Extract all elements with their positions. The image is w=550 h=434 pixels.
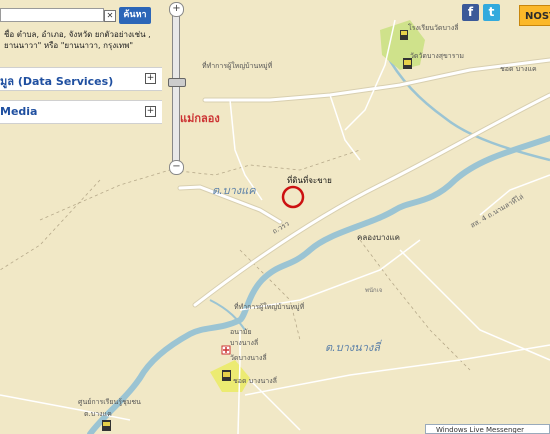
bottom-3-label: ชอด บางนางลี่ <box>233 376 277 385</box>
hospital-icon[interactable] <box>221 345 231 355</box>
community-2-label: ต.บางแค <box>84 410 112 418</box>
panel-media-label: Media <box>0 105 38 118</box>
search-input[interactable] <box>0 8 104 22</box>
school-icon[interactable] <box>400 30 408 40</box>
messenger-bar[interactable]: Windows Live Messenger <box>425 424 550 434</box>
hospital-label: อนามัย <box>230 328 252 336</box>
search-button[interactable]: ค้นหา <box>119 7 151 24</box>
tambon-2-label: ต.บางนางลี่ <box>325 339 382 354</box>
brand-logo[interactable]: NOST <box>519 5 550 26</box>
small-label: พนักเจ <box>365 287 382 294</box>
tambon-1-label: ต.บางแค <box>212 184 256 197</box>
bottom-1-label: บางนางลี่ <box>230 338 258 347</box>
panel-media[interactable]: Media + <box>0 100 162 124</box>
zoom-slider-track[interactable] <box>172 8 180 168</box>
zoom-out-button[interactable]: − <box>169 160 184 175</box>
school-label: โรงเรียนวัดบางลี่ <box>408 23 459 32</box>
community-label: ศูนย์การเรียนรู้ชุมชน <box>78 398 141 406</box>
expand-icon[interactable]: + <box>145 73 156 84</box>
twitter-icon[interactable]: t <box>483 4 500 21</box>
zoom-in-button[interactable]: + <box>169 2 184 17</box>
zoom-slider-thumb[interactable] <box>168 78 186 88</box>
health-1-label: ที่ทำการผู้ใหญ่บ้านหมู่ที่ <box>202 61 273 70</box>
marker-label: ที่ดินที่จะขาย <box>287 174 332 185</box>
office-icon[interactable] <box>102 420 111 431</box>
clear-search-button[interactable]: ✕ <box>104 10 116 22</box>
temple-label: วัดวัดบางสุขาราม <box>410 52 464 60</box>
map-canvas[interactable]: ที่ดินที่จะขาย แม่กลอง ต.บางแค ต.บางนางล… <box>0 0 550 434</box>
search-row: ✕ ค้นหา <box>0 5 160 27</box>
office-top-label: ชอด บางแค <box>500 65 537 73</box>
bottom-2-label: วัดบางนางลี่ <box>230 353 267 362</box>
red-district-label: แม่กลอง <box>180 112 220 125</box>
panel-data-services[interactable]: มูล (Data Services) + <box>0 67 162 91</box>
temple-bottom-icon[interactable] <box>222 370 231 381</box>
expand-icon[interactable]: + <box>145 106 156 117</box>
health-2-label: ที่ทำการผู้ใหญ่บ้านหมู่ที่ <box>234 302 305 311</box>
search-hint: ชื่อ ตำบล, อำเภอ, จังหวัด ยกตัวอย่างเช่น… <box>4 30 151 50</box>
canal-label: คลองบางแค <box>357 233 400 242</box>
panel-data-services-label: มูล (Data Services) <box>0 75 114 88</box>
facebook-icon[interactable]: f <box>462 4 479 21</box>
